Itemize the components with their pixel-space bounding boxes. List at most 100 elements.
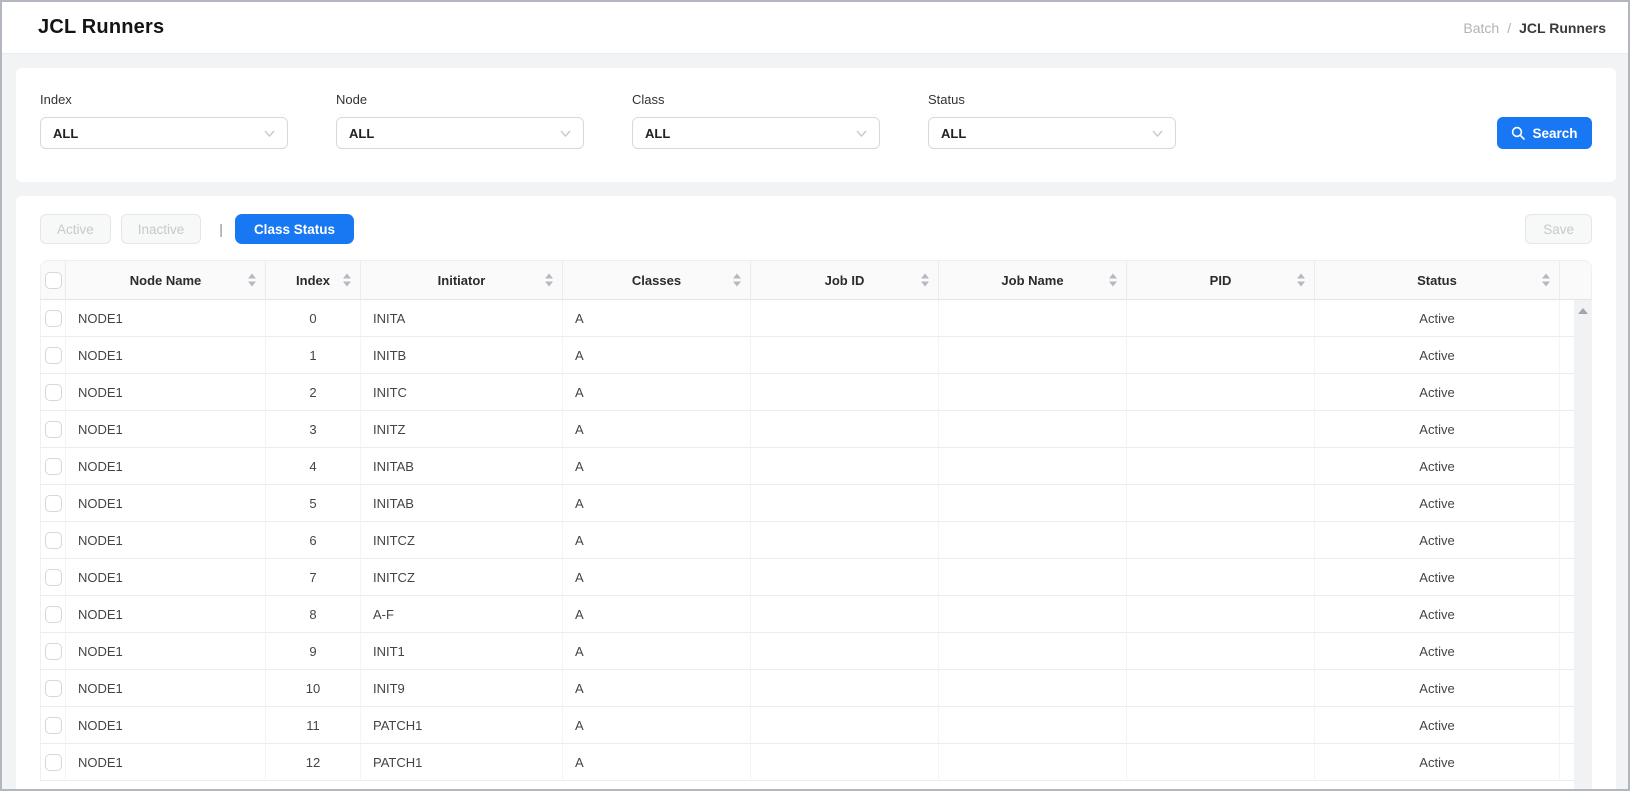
scroll-up-arrow[interactable] bbox=[1578, 308, 1588, 314]
node-select-value: ALL bbox=[349, 126, 374, 141]
row-select-cell bbox=[40, 707, 66, 744]
cell-status: Active bbox=[1315, 448, 1560, 485]
status-select-value: ALL bbox=[941, 126, 966, 141]
row-select-cell bbox=[40, 596, 66, 633]
cell-pid bbox=[1127, 522, 1315, 559]
top-bar: JCL Runners Batch / JCL Runners bbox=[2, 2, 1628, 54]
row-checkbox[interactable] bbox=[45, 754, 62, 771]
cell-classes: A bbox=[563, 670, 751, 707]
column-header-initiator[interactable]: Initiator bbox=[361, 260, 563, 300]
column-label: Initiator bbox=[438, 273, 486, 288]
cell-job-name bbox=[939, 448, 1127, 485]
cell-job-id bbox=[751, 300, 939, 337]
column-header-index[interactable]: Index bbox=[266, 260, 361, 300]
column-header-classes[interactable]: Classes bbox=[563, 260, 751, 300]
cell-status: Active bbox=[1315, 707, 1560, 744]
class-status-button[interactable]: Class Status bbox=[235, 214, 354, 244]
cell-status: Active bbox=[1315, 522, 1560, 559]
select-all-checkbox[interactable] bbox=[45, 272, 62, 289]
row-checkbox[interactable] bbox=[45, 606, 62, 623]
cell-classes: A bbox=[563, 485, 751, 522]
sort-icon bbox=[1109, 274, 1117, 287]
status-select[interactable]: ALL bbox=[928, 117, 1176, 149]
cell-pid bbox=[1127, 485, 1315, 522]
row-checkbox[interactable] bbox=[45, 347, 62, 364]
search-button-label: Search bbox=[1532, 126, 1577, 141]
cell-job-id bbox=[751, 596, 939, 633]
sort-icon bbox=[1542, 274, 1550, 287]
row-checkbox[interactable] bbox=[45, 643, 62, 660]
node-select[interactable]: ALL bbox=[336, 117, 584, 149]
row-checkbox[interactable] bbox=[45, 384, 62, 401]
row-select-cell bbox=[40, 374, 66, 411]
cell-classes: A bbox=[563, 300, 751, 337]
filter-group-index: Index ALL bbox=[40, 92, 288, 149]
cell-classes: A bbox=[563, 559, 751, 596]
cell-initiator: INIT9 bbox=[361, 670, 563, 707]
runners-table: Node Name Index Initiator Classes Job ID… bbox=[40, 260, 1592, 781]
table-row: NODE13INITZAActive bbox=[40, 411, 1592, 448]
index-select[interactable]: ALL bbox=[40, 117, 288, 149]
cell-index: 0 bbox=[266, 300, 361, 337]
table-row: NODE19INIT1AActive bbox=[40, 633, 1592, 670]
row-checkbox[interactable] bbox=[45, 532, 62, 549]
cell-job-id bbox=[751, 337, 939, 374]
column-header-pid[interactable]: PID bbox=[1127, 260, 1315, 300]
cell-pid bbox=[1127, 300, 1315, 337]
cell-job-name bbox=[939, 633, 1127, 670]
row-select-cell bbox=[40, 633, 66, 670]
cell-index: 2 bbox=[266, 374, 361, 411]
table-row: NODE17INITCZAActive bbox=[40, 559, 1592, 596]
sort-icon bbox=[343, 274, 351, 287]
cell-status: Active bbox=[1315, 300, 1560, 337]
cell-node-name: NODE1 bbox=[66, 411, 266, 448]
row-checkbox[interactable] bbox=[45, 310, 62, 327]
class-select[interactable]: ALL bbox=[632, 117, 880, 149]
row-select-cell bbox=[40, 337, 66, 374]
row-checkbox[interactable] bbox=[45, 421, 62, 438]
row-select-cell bbox=[40, 485, 66, 522]
cell-index: 1 bbox=[266, 337, 361, 374]
table-header-row: Node Name Index Initiator Classes Job ID… bbox=[40, 260, 1592, 300]
row-checkbox[interactable] bbox=[45, 680, 62, 697]
cell-classes: A bbox=[563, 522, 751, 559]
column-header-job-name[interactable]: Job Name bbox=[939, 260, 1127, 300]
cell-classes: A bbox=[563, 744, 751, 781]
cell-initiator: INIT1 bbox=[361, 633, 563, 670]
breadcrumb-parent[interactable]: Batch bbox=[1463, 20, 1499, 36]
row-checkbox[interactable] bbox=[45, 458, 62, 475]
sort-icon bbox=[545, 274, 553, 287]
header-spacer bbox=[1560, 260, 1592, 300]
cell-pid bbox=[1127, 559, 1315, 596]
table-row: NODE18A-FAActive bbox=[40, 596, 1592, 633]
filter-label-index: Index bbox=[40, 92, 288, 107]
inactive-button[interactable]: Inactive bbox=[121, 214, 202, 244]
row-checkbox[interactable] bbox=[45, 495, 62, 512]
cell-job-name bbox=[939, 411, 1127, 448]
row-select-cell bbox=[40, 411, 66, 448]
cell-status: Active bbox=[1315, 337, 1560, 374]
table-row: NODE11INITBAActive bbox=[40, 337, 1592, 374]
column-header-status[interactable]: Status bbox=[1315, 260, 1560, 300]
cell-job-id bbox=[751, 448, 939, 485]
column-header-job-id[interactable]: Job ID bbox=[751, 260, 939, 300]
save-button[interactable]: Save bbox=[1525, 214, 1592, 244]
table-row: NODE16INITCZAActive bbox=[40, 522, 1592, 559]
filter-label-class: Class bbox=[632, 92, 880, 107]
column-header-node-name[interactable]: Node Name bbox=[66, 260, 266, 300]
active-button[interactable]: Active bbox=[40, 214, 111, 244]
sort-icon bbox=[1297, 274, 1305, 287]
cell-status: Active bbox=[1315, 633, 1560, 670]
row-checkbox[interactable] bbox=[45, 569, 62, 586]
table-scrollbar[interactable] bbox=[1574, 300, 1592, 791]
cell-job-id bbox=[751, 374, 939, 411]
table-toolbar: Active Inactive | Class Status Save bbox=[40, 214, 1592, 244]
cell-initiator: INITAB bbox=[361, 448, 563, 485]
search-button[interactable]: Search bbox=[1497, 117, 1592, 149]
column-label: Job Name bbox=[1001, 273, 1063, 288]
cell-pid bbox=[1127, 596, 1315, 633]
row-checkbox[interactable] bbox=[45, 717, 62, 734]
cell-node-name: NODE1 bbox=[66, 300, 266, 337]
sort-icon bbox=[921, 274, 929, 287]
cell-job-name bbox=[939, 300, 1127, 337]
